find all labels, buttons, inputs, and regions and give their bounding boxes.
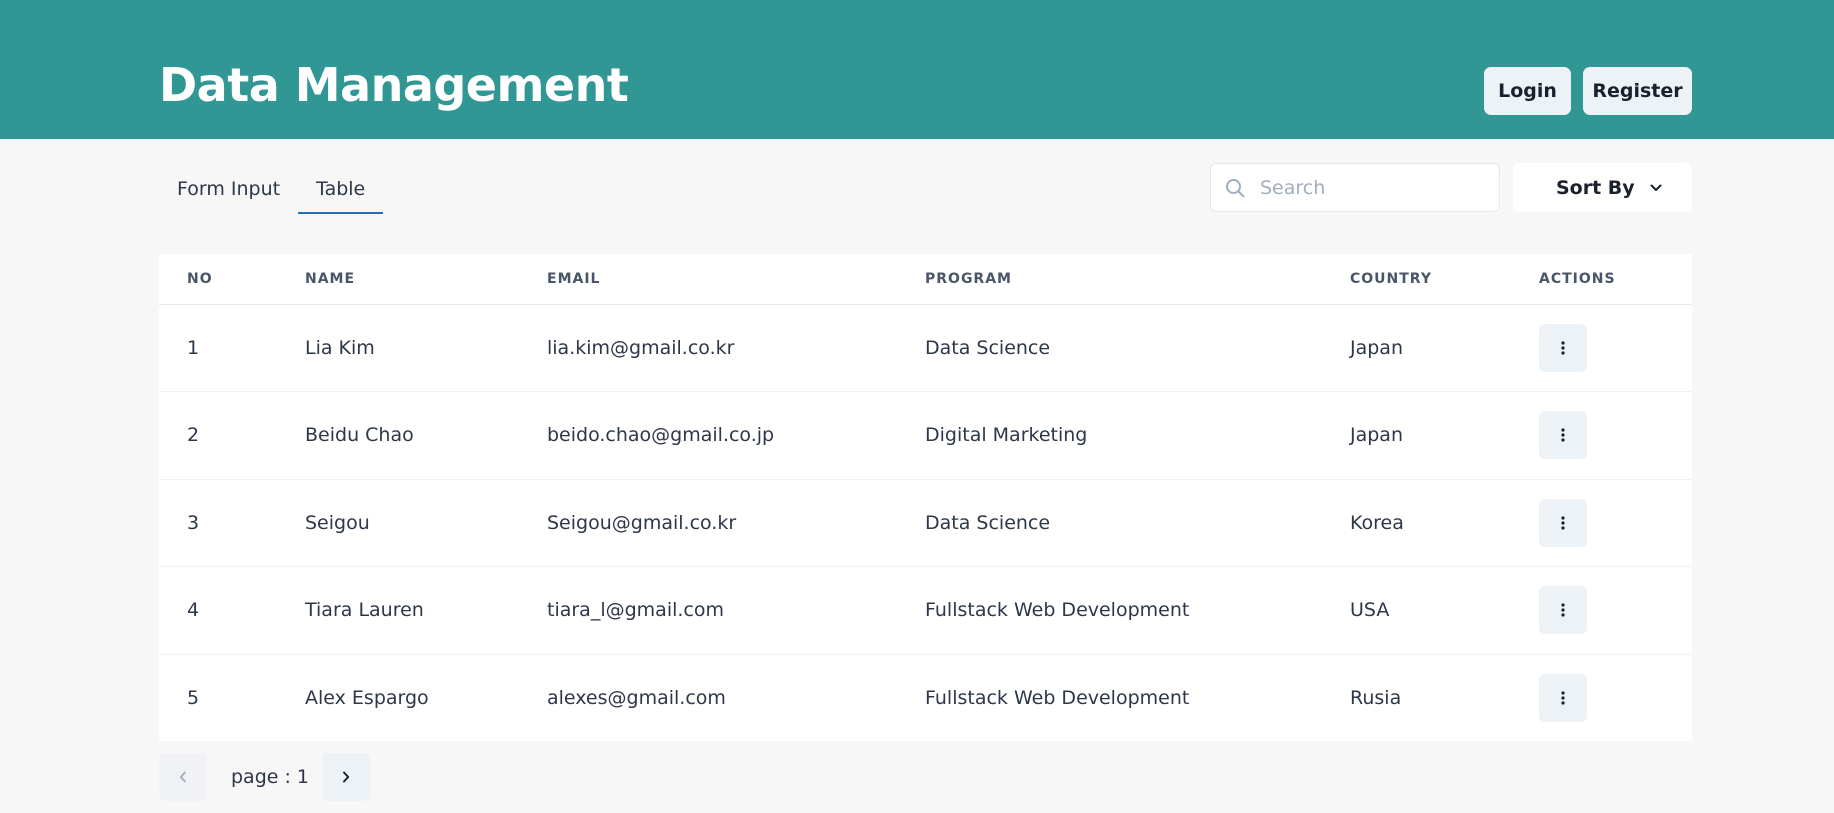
cell-country: USA: [1350, 599, 1390, 622]
chevron-right-icon: [343, 771, 350, 783]
chevron-down-icon: [1650, 180, 1662, 195]
tab-form-input[interactable]: Form Input: [159, 166, 298, 214]
chevron-left-icon: [179, 771, 186, 783]
column-header-email: EMAIL: [547, 270, 601, 287]
view-tabs: Form Input Table: [159, 166, 384, 214]
cell-country: Rusia: [1350, 687, 1402, 709]
cell-actions: [1511, 392, 1692, 480]
more-vertical-icon: [1561, 603, 1565, 617]
page-indicator: page : 1: [231, 766, 310, 788]
cell-no: 3: [187, 511, 200, 534]
sort-by-label: Sort By: [1556, 176, 1635, 199]
table-row: 4 Tiara Lauren tiara_l@gmail.com Fullsta…: [159, 567, 1692, 655]
data-table: NO NAME EMAIL PROGRAM COUNTRY ACTIONS 1 …: [159, 254, 1692, 742]
cell-email: lia.kim@gmail.co.kr: [547, 336, 735, 359]
previous-page-button[interactable]: [159, 753, 207, 801]
more-vertical-icon: [1561, 428, 1565, 442]
column-header-country: COUNTRY: [1350, 270, 1432, 287]
cell-country: Japan: [1350, 336, 1403, 359]
tab-table[interactable]: Table: [298, 166, 384, 214]
table-header-row: NO NAME EMAIL PROGRAM COUNTRY ACTIONS: [159, 254, 1692, 304]
search-box: [1210, 163, 1500, 212]
column-header-program: PROGRAM: [925, 270, 1012, 287]
app-title: Data Management: [159, 58, 629, 112]
search-input[interactable]: [1260, 176, 1480, 199]
data-table-container: NO NAME EMAIL PROGRAM COUNTRY ACTIONS 1 …: [159, 254, 1692, 741]
cell-program: Data Science: [925, 511, 1051, 534]
register-button[interactable]: Register: [1583, 67, 1692, 115]
table-row: 5 Alex Espargo alexes@gmail.com Fullstac…: [159, 654, 1692, 742]
cell-no: 4: [187, 599, 200, 622]
cell-program: Fullstack Web Development: [925, 599, 1190, 622]
next-page-button[interactable]: [322, 753, 370, 801]
cell-program: Fullstack Web Development: [925, 687, 1190, 709]
cell-actions: [1511, 304, 1692, 392]
row-actions-button[interactable]: [1539, 674, 1587, 722]
column-header-no: NO: [187, 270, 213, 287]
login-button[interactable]: Login: [1484, 67, 1571, 115]
cell-no: 5: [187, 687, 200, 709]
cell-name: Seigou: [305, 511, 370, 534]
cell-name: Beidu Chao: [305, 424, 414, 447]
table-row: 2 Beidu Chao beido.chao@gmail.co.jp Digi…: [159, 392, 1692, 480]
cell-no: 2: [187, 424, 200, 447]
cell-program: Data Science: [925, 336, 1051, 359]
cell-country: Korea: [1350, 511, 1404, 534]
cell-email: tiara_l@gmail.com: [547, 599, 724, 622]
row-actions-button[interactable]: [1539, 586, 1587, 635]
app-header: Data Management Login Register: [0, 0, 1834, 139]
more-vertical-icon: [1561, 516, 1565, 530]
table-row: 1 Lia Kim lia.kim@gmail.co.kr Data Scien…: [159, 304, 1692, 392]
row-actions-button[interactable]: [1539, 498, 1587, 547]
cell-country: Japan: [1350, 424, 1403, 447]
cell-actions: [1511, 479, 1692, 567]
cell-email: Seigou@gmail.co.kr: [547, 511, 737, 534]
cell-name: Lia Kim: [305, 336, 375, 359]
row-actions-button[interactable]: [1539, 323, 1587, 372]
table-row: 3 Seigou Seigou@gmail.co.kr Data Science…: [159, 479, 1692, 567]
cell-name: Tiara Lauren: [305, 599, 424, 622]
more-vertical-icon: [1561, 341, 1565, 355]
cell-actions: [1511, 654, 1692, 742]
column-header-actions: ACTIONS: [1539, 270, 1616, 287]
cell-name: Alex Espargo: [305, 687, 429, 709]
more-vertical-icon: [1561, 691, 1565, 705]
sort-by-button[interactable]: Sort By: [1513, 163, 1692, 212]
search-icon: [1224, 177, 1246, 199]
cell-email: alexes@gmail.com: [547, 687, 726, 709]
cell-program: Digital Marketing: [925, 424, 1088, 447]
cell-email: beido.chao@gmail.co.jp: [547, 424, 775, 447]
row-actions-button[interactable]: [1539, 411, 1587, 460]
column-header-name: NAME: [305, 270, 356, 287]
cell-actions: [1511, 567, 1692, 655]
cell-no: 1: [187, 336, 200, 359]
